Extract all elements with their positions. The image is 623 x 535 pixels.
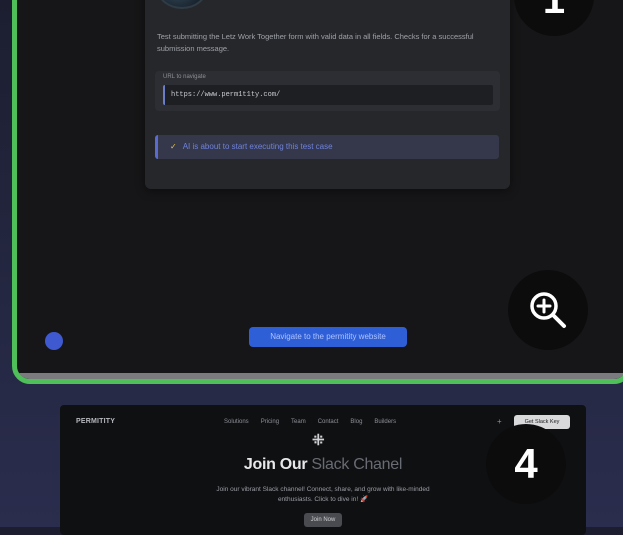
- step-number-4: 4: [514, 440, 538, 487]
- status-message: ✓ AI is about to start executing this tes…: [155, 135, 499, 159]
- step-number: 1: [542, 0, 566, 22]
- join-now-button[interactable]: Join Now: [304, 513, 342, 527]
- panel-bottom-edge: [17, 373, 623, 379]
- nav-item-solutions[interactable]: Solutions: [224, 419, 249, 425]
- nav-item-blog[interactable]: Blog: [350, 419, 362, 425]
- zoom-in-icon: [530, 292, 566, 328]
- slack-icon: ⁜: [312, 432, 325, 449]
- navigate-button[interactable]: Navigate to the permitity website: [249, 327, 407, 347]
- nav-item-builders[interactable]: Builders: [374, 419, 396, 425]
- join-description: Join our vibrant Slack channel! Connect,…: [216, 486, 430, 503]
- site-nav: Solutions Pricing Team Contact Blog Buil…: [224, 419, 396, 425]
- nav-item-pricing[interactable]: Pricing: [261, 419, 279, 425]
- url-field-group: URL to navigate https://www.perm1t1ty.co…: [155, 71, 500, 111]
- nav-item-team[interactable]: Team: [291, 419, 306, 425]
- step-badge-4: 4: [486, 424, 566, 504]
- heading-dim: Slack Chanel: [311, 456, 403, 473]
- heading-bold: Join Our: [243, 456, 308, 473]
- url-input[interactable]: https://www.perm1t1ty.com/: [163, 85, 493, 105]
- nav-item-contact[interactable]: Contact: [318, 419, 339, 425]
- status-text: AI is about to start executing this test…: [182, 142, 333, 151]
- zoom-button[interactable]: [508, 270, 588, 350]
- help-icon[interactable]: [45, 332, 63, 350]
- plus-icon[interactable]: +: [497, 417, 502, 426]
- check-icon: ✓: [170, 142, 177, 151]
- avatar: [157, 0, 207, 9]
- test-case-card: Test submitting the Letz Work Together f…: [145, 0, 510, 189]
- test-case-description: Test submitting the Letz Work Together f…: [157, 32, 474, 53]
- url-field-label: URL to navigate: [163, 74, 206, 80]
- site-logo[interactable]: PERMITITY: [76, 418, 115, 425]
